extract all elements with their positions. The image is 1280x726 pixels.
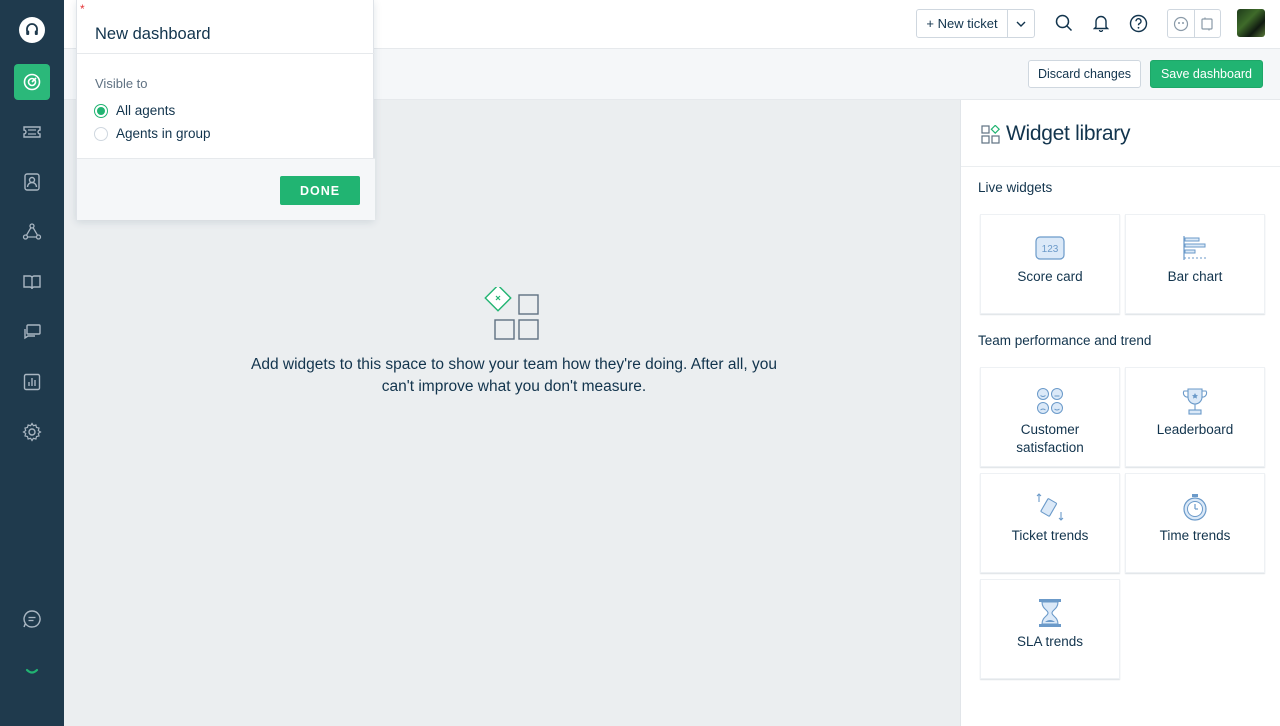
nav-reports-icon[interactable]	[14, 364, 50, 400]
customer-satisfaction-icon	[1035, 386, 1065, 416]
radio-label: All agents	[116, 103, 176, 118]
trophy-icon	[1180, 386, 1210, 416]
apps-switcher	[1167, 9, 1221, 38]
nav-groups-icon[interactable]	[14, 214, 50, 250]
nav-solutions-book-icon[interactable]	[14, 264, 50, 300]
left-nav-rail	[0, 0, 64, 726]
divider	[77, 53, 375, 54]
section-team-performance: Team performance and trend	[978, 333, 1152, 348]
ticket-trends-icon	[1035, 492, 1065, 522]
nav-chat-icon[interactable]	[14, 601, 50, 637]
dashboard-name-title[interactable]: New dashboard	[95, 25, 211, 44]
discard-changes-button[interactable]: Discard changes	[1028, 60, 1141, 88]
user-avatar[interactable]	[1237, 9, 1265, 37]
nav-smile-icon[interactable]	[14, 653, 50, 689]
new-ticket-split-button: + New ticket	[916, 9, 1035, 38]
nav-dashboard-icon[interactable]	[14, 64, 50, 100]
widget-library-title: Widget library	[1006, 122, 1131, 145]
widget-label: Bar chart	[1167, 269, 1223, 284]
empty-state-message: Add widgets to this space to show your t…	[251, 356, 777, 395]
radio-button-selected[interactable]	[94, 103, 108, 118]
nav-contacts-icon[interactable]	[14, 164, 50, 200]
help-icon[interactable]	[1127, 12, 1149, 34]
widget-tile-bar-chart[interactable]: Bar chart	[1125, 214, 1265, 314]
widget-tile-sla-trends[interactable]: SLA trends	[980, 579, 1120, 679]
bar-chart-icon	[1180, 233, 1210, 263]
widget-library-panel: Widget library Live widgets 123 Score ca…	[960, 100, 1280, 726]
widget-label: Customer satisfaction	[1016, 422, 1084, 455]
widget-library-icon	[981, 125, 1000, 144]
chevron-down-icon[interactable]	[1008, 10, 1034, 37]
hourglass-icon	[1035, 598, 1065, 628]
widget-tile-score-card[interactable]: 123 Score card	[980, 214, 1120, 314]
popover-footer: DONE	[77, 158, 375, 220]
visibility-option-all-agents[interactable]: All agents	[94, 103, 175, 118]
required-mark: *	[80, 2, 85, 16]
freddy-icon[interactable]	[1168, 10, 1195, 37]
radio-button[interactable]	[94, 126, 108, 141]
section-live-widgets: Live widgets	[978, 180, 1053, 195]
widget-tile-leaderboard[interactable]: Leaderboard	[1125, 367, 1265, 467]
widget-tile-customer-satisfaction[interactable]: Customer satisfaction	[980, 367, 1120, 467]
widget-tile-ticket-trends[interactable]: Ticket trends	[980, 473, 1120, 573]
widget-label: SLA trends	[1016, 634, 1084, 649]
notifications-bell-icon[interactable]	[1090, 12, 1112, 34]
svg-text:123: 123	[1042, 244, 1059, 255]
radio-label: Agents in group	[116, 126, 211, 141]
apps-icon[interactable]	[1195, 10, 1221, 37]
widget-library-header: Widget library	[961, 100, 1280, 167]
freshdesk-logo-icon[interactable]	[19, 17, 45, 43]
widget-tile-time-trends[interactable]: Time trends	[1125, 473, 1265, 573]
nav-forums-icon[interactable]	[14, 314, 50, 350]
new-dashboard-popover: * New dashboard Visible to All agents Ag…	[76, 0, 375, 220]
nav-admin-gear-icon[interactable]	[14, 414, 50, 450]
search-icon[interactable]	[1053, 12, 1075, 34]
widget-label: Ticket trends	[1011, 528, 1089, 543]
widget-label: Score card	[1017, 269, 1083, 284]
visible-to-label: Visible to	[95, 76, 148, 91]
empty-widgets-illustration-icon	[484, 287, 539, 340]
visibility-option-agents-in-group[interactable]: Agents in group	[94, 126, 211, 141]
save-dashboard-button[interactable]: Save dashboard	[1150, 60, 1263, 88]
done-button[interactable]: DONE	[280, 176, 360, 205]
score-card-icon: 123	[1035, 233, 1065, 263]
new-ticket-button[interactable]: + New ticket	[917, 10, 1008, 37]
widget-label: Time trends	[1159, 528, 1231, 543]
stopwatch-icon	[1180, 492, 1210, 522]
widget-label: Leaderboard	[1156, 422, 1234, 437]
nav-tickets-icon[interactable]	[14, 114, 50, 150]
